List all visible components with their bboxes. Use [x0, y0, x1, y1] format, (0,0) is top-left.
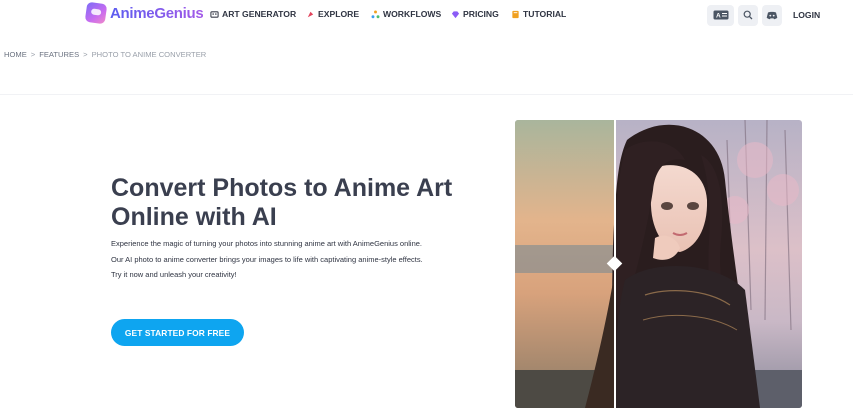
hero-description-line-2: Our AI photo to anime converter brings y…: [111, 254, 423, 264]
translate-icon: A: [713, 7, 729, 25]
brand-logo-icon: [84, 1, 108, 25]
hero-description-line-1: Experience the magic of turning your pho…: [111, 239, 423, 248]
svg-text:A: A: [716, 12, 721, 19]
language-button[interactable]: A: [707, 5, 734, 26]
top-navbar: AnimeGenius ART GENERATOR EXPLORE WORKFL…: [0, 0, 853, 32]
nav-explore[interactable]: EXPLORE: [306, 9, 359, 19]
brand-logo[interactable]: AnimeGenius: [84, 1, 204, 25]
search-button[interactable]: [738, 5, 758, 26]
nav-art-generator[interactable]: ART GENERATOR: [210, 9, 296, 19]
discord-icon: [766, 7, 778, 25]
diamond-icon: [451, 10, 460, 19]
comparison-image: [515, 120, 802, 408]
section-divider: [0, 94, 853, 95]
nav-pricing-label: PRICING: [463, 9, 499, 19]
nav-tutorial-label: TUTORIAL: [523, 9, 567, 19]
discord-button[interactable]: [762, 5, 782, 26]
page-title-line-2: Online with AI: [111, 203, 277, 231]
nav-art-generator-label: ART GENERATOR: [222, 9, 297, 19]
nav-pricing[interactable]: PRICING: [451, 9, 499, 19]
nav-explore-label: EXPLORE: [318, 9, 360, 19]
breadcrumb: HOME > FEATURES > PHOTO TO ANIME CONVERT…: [4, 50, 206, 59]
book-icon: [511, 10, 520, 19]
hero-description-line-3: Try it now and unleash your creativity!: [111, 270, 237, 279]
nav-workflows[interactable]: WORKFLOWS: [371, 9, 441, 19]
breadcrumb-current: PHOTO TO ANIME CONVERTER: [91, 50, 207, 59]
breadcrumb-features[interactable]: FEATURES: [39, 50, 79, 59]
breadcrumb-separator: >: [30, 50, 36, 59]
workflow-icon: [371, 10, 380, 19]
brand-name: AnimeGenius: [110, 4, 204, 22]
palette-icon: [210, 10, 219, 19]
compass-icon: [306, 10, 315, 19]
get-started-button[interactable]: GET STARTED FOR FREE: [111, 319, 244, 346]
breadcrumb-separator: >: [83, 50, 88, 59]
login-button[interactable]: LOGIN: [793, 10, 820, 20]
nav-tutorial[interactable]: TUTORIAL: [511, 9, 566, 19]
hero-description: Experience the magic of turning your pho…: [111, 236, 471, 283]
search-icon: [743, 7, 753, 25]
nav-workflows-label: WORKFLOWS: [383, 9, 442, 19]
before-after-comparison[interactable]: [515, 120, 802, 408]
breadcrumb-home[interactable]: HOME: [4, 50, 27, 59]
page-title: Convert Photos to Anime Art Online with …: [111, 174, 471, 232]
page-title-line-1: Convert Photos to Anime Art: [111, 174, 453, 202]
